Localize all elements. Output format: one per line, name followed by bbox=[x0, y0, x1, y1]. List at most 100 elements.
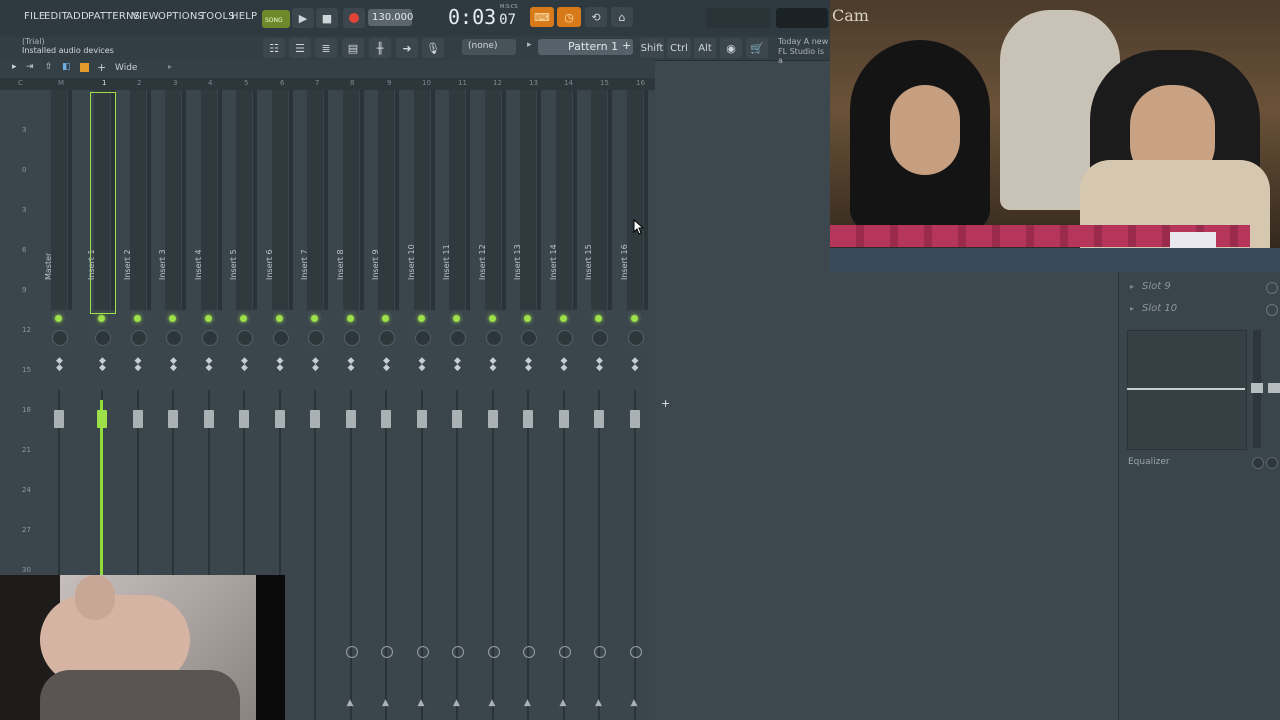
mute-led[interactable] bbox=[204, 315, 212, 322]
pan-arrows-icon[interactable]: ◆ ◆ bbox=[277, 357, 284, 373]
send-arrow-icon[interactable]: ▲ bbox=[489, 698, 496, 708]
send-arrow-icon[interactable]: ▲ bbox=[560, 698, 567, 708]
channel-strip[interactable] bbox=[236, 90, 252, 310]
piano-roll-button[interactable]: ≣ bbox=[315, 38, 337, 58]
mute-led[interactable] bbox=[169, 315, 176, 322]
channel-strip[interactable] bbox=[165, 90, 181, 310]
stereo-separation-knob[interactable] bbox=[201, 330, 218, 346]
pan-arrows-icon[interactable]: ◆ ◆ bbox=[632, 357, 639, 373]
stereo-separation-knob[interactable] bbox=[450, 330, 466, 346]
menu-tools[interactable]: TOOLS bbox=[200, 11, 235, 22]
song-mode-toggle[interactable]: SONG bbox=[262, 10, 290, 28]
route-knob[interactable] bbox=[416, 646, 429, 658]
pan-arrows-icon[interactable]: ◆ ◆ bbox=[56, 357, 63, 373]
mixer-upload-icon[interactable]: ⇧ bbox=[45, 62, 53, 72]
channel-strip[interactable] bbox=[378, 90, 394, 310]
pan-arrows-icon[interactable]: ◆ ◆ bbox=[348, 357, 355, 373]
volume-fader[interactable] bbox=[558, 410, 569, 428]
channel-name[interactable]: Insert 3 bbox=[158, 249, 167, 280]
channel-strip[interactable] bbox=[307, 90, 323, 310]
channel-strip[interactable] bbox=[449, 90, 465, 310]
volume-fader[interactable] bbox=[97, 410, 107, 428]
stereo-separation-knob[interactable] bbox=[237, 330, 253, 346]
menu-edit[interactable]: EDIT bbox=[44, 11, 68, 22]
channel-strip[interactable] bbox=[591, 90, 607, 310]
eq-knob-1[interactable] bbox=[1252, 457, 1264, 469]
mute-led[interactable] bbox=[311, 315, 318, 322]
pan-arrows-icon[interactable]: ◆ ◆ bbox=[454, 357, 461, 373]
stereo-separation-knob[interactable] bbox=[627, 330, 644, 346]
menu-add[interactable]: ADD bbox=[66, 11, 89, 22]
mixer-menu-arrow-icon[interactable]: ▸ bbox=[12, 62, 17, 72]
route-knob[interactable] bbox=[629, 646, 642, 658]
mute-led[interactable] bbox=[488, 315, 496, 322]
pan-arrows-icon[interactable]: ◆ ◆ bbox=[525, 357, 532, 373]
mixer-channel-insert-12[interactable]: Insert 12 ◆ ◆ ▲ bbox=[476, 90, 510, 720]
route-knob[interactable] bbox=[523, 646, 535, 658]
volume-fader[interactable] bbox=[168, 410, 178, 428]
mute-led[interactable] bbox=[630, 315, 638, 322]
playlist-button[interactable]: ☷ bbox=[263, 38, 285, 58]
pan-arrows-icon[interactable]: ◆ ◆ bbox=[135, 357, 142, 373]
loop-record-button[interactable]: ⟲ bbox=[585, 7, 607, 27]
send-arrow-icon[interactable]: ▲ bbox=[418, 698, 425, 708]
send-arrow-icon[interactable]: ▲ bbox=[347, 698, 354, 708]
stereo-separation-knob[interactable] bbox=[592, 330, 608, 346]
mute-led[interactable] bbox=[98, 315, 105, 322]
volume-fader[interactable] bbox=[416, 410, 427, 428]
pan-arrows-icon[interactable]: ◆ ◆ bbox=[206, 357, 213, 373]
countdown-button[interactable]: ◷ bbox=[557, 7, 581, 27]
mixer-channel-insert-13[interactable]: Insert 13 ◆ ◆ ▲ bbox=[511, 90, 545, 720]
stereo-separation-knob[interactable] bbox=[95, 330, 111, 346]
typing-keyboard-button[interactable]: ⌨ bbox=[530, 7, 554, 27]
volume-fader[interactable] bbox=[132, 410, 143, 428]
channel-name[interactable]: Insert 16 bbox=[620, 244, 629, 280]
chevron-right-icon[interactable]: ▸ bbox=[527, 40, 532, 50]
stereo-separation-knob[interactable] bbox=[379, 330, 395, 346]
fx-slot-9[interactable]: Slot 9 bbox=[1142, 281, 1171, 292]
volume-fader[interactable] bbox=[381, 410, 391, 428]
recording-button[interactable]: 🎙 bbox=[422, 38, 444, 58]
add-pattern-icon[interactable]: + bbox=[622, 39, 631, 52]
channel-name[interactable]: Insert 1 bbox=[87, 249, 96, 280]
mixer-layout-arrow-icon[interactable]: ▸ bbox=[168, 62, 172, 71]
channel-name[interactable]: Insert 2 bbox=[123, 249, 132, 280]
send-arrow-icon[interactable]: ▲ bbox=[524, 698, 531, 708]
mute-led[interactable] bbox=[55, 315, 62, 322]
volume-fader[interactable] bbox=[523, 410, 533, 428]
channel-strip[interactable] bbox=[51, 90, 67, 310]
play-button[interactable]: ▶ bbox=[292, 8, 314, 28]
channel-name[interactable]: Insert 8 bbox=[336, 249, 345, 280]
slot-10-arrow-icon[interactable]: ▸ bbox=[1130, 304, 1134, 313]
volume-fader[interactable] bbox=[487, 410, 498, 428]
volume-fader[interactable] bbox=[54, 410, 64, 428]
volume-fader[interactable] bbox=[239, 410, 249, 428]
slot-9-arrow-icon[interactable]: ▸ bbox=[1130, 282, 1134, 291]
eq-knob-2[interactable] bbox=[1266, 457, 1278, 469]
mute-led[interactable] bbox=[382, 315, 389, 322]
menu-file[interactable]: FILE bbox=[24, 11, 45, 22]
mute-led[interactable] bbox=[559, 315, 567, 322]
mute-led[interactable] bbox=[595, 315, 602, 322]
menu-view[interactable]: VIEW bbox=[132, 11, 159, 22]
channel-name[interactable]: Insert 7 bbox=[300, 249, 309, 280]
ctrl-modifier-button[interactable]: Ctrl bbox=[667, 38, 691, 58]
pan-arrows-icon[interactable]: ◆ ◆ bbox=[383, 357, 390, 373]
channel-rack-button[interactable]: ☰ bbox=[289, 38, 311, 58]
volume-fader[interactable] bbox=[203, 410, 214, 428]
stereo-separation-knob[interactable] bbox=[308, 330, 324, 346]
mute-led[interactable] bbox=[524, 315, 531, 322]
mixer-channel-insert-9[interactable]: Insert 9 ◆ ◆ ▲ bbox=[369, 90, 403, 720]
mixer-layout-label[interactable]: Wide bbox=[115, 63, 137, 73]
stereo-separation-knob[interactable] bbox=[414, 330, 431, 346]
shop-button[interactable]: 🛒 bbox=[746, 38, 768, 58]
channel-name[interactable]: Insert 6 bbox=[265, 249, 274, 280]
mute-led[interactable] bbox=[453, 315, 460, 322]
metronome-button[interactable]: ⌂ bbox=[611, 7, 633, 27]
menu-options[interactable]: OPTIONS bbox=[158, 11, 204, 22]
mute-led[interactable] bbox=[275, 315, 283, 322]
mute-led[interactable] bbox=[346, 315, 354, 322]
news-line-2[interactable]: FL Studio is a bbox=[778, 47, 830, 65]
fx-slot-9-mix-knob[interactable] bbox=[1266, 282, 1278, 294]
stereo-separation-knob[interactable] bbox=[485, 330, 502, 346]
